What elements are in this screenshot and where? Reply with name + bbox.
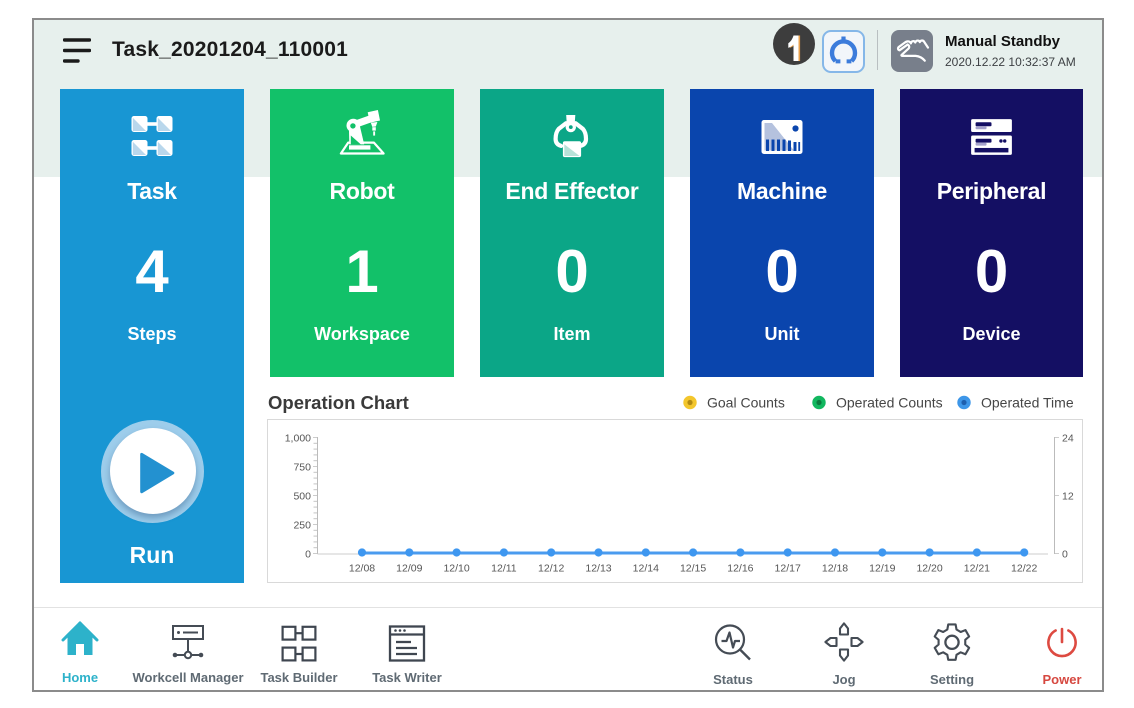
svg-text:12/08: 12/08 [349, 563, 375, 575]
svg-text:0: 0 [1062, 549, 1068, 561]
svg-text:250: 250 [293, 520, 311, 532]
svg-text:12/18: 12/18 [822, 563, 848, 575]
svg-text:500: 500 [293, 491, 311, 503]
svg-text:12/12: 12/12 [538, 563, 564, 575]
svg-text:12/14: 12/14 [633, 563, 659, 575]
svg-text:12: 12 [1062, 491, 1074, 503]
svg-text:750: 750 [293, 462, 311, 474]
svg-text:12/15: 12/15 [680, 563, 706, 575]
svg-text:12/21: 12/21 [964, 563, 990, 575]
svg-text:12/20: 12/20 [916, 563, 942, 575]
svg-text:12/16: 12/16 [727, 563, 753, 575]
svg-text:Goal Counts: Goal Counts [707, 395, 785, 411]
svg-text:12/19: 12/19 [869, 563, 895, 575]
svg-text:12/17: 12/17 [775, 563, 801, 575]
svg-text:12/10: 12/10 [443, 563, 469, 575]
svg-text:12/13: 12/13 [585, 563, 611, 575]
svg-text:12/09: 12/09 [396, 563, 422, 575]
svg-text:12/11: 12/11 [491, 563, 517, 575]
svg-text:Operated Counts: Operated Counts [836, 395, 943, 411]
svg-text:12/22: 12/22 [1011, 563, 1037, 575]
svg-text:Operated Time: Operated Time [981, 395, 1074, 411]
svg-text:24: 24 [1062, 433, 1074, 445]
svg-text:0: 0 [305, 549, 311, 561]
svg-text:1,000: 1,000 [285, 433, 311, 445]
